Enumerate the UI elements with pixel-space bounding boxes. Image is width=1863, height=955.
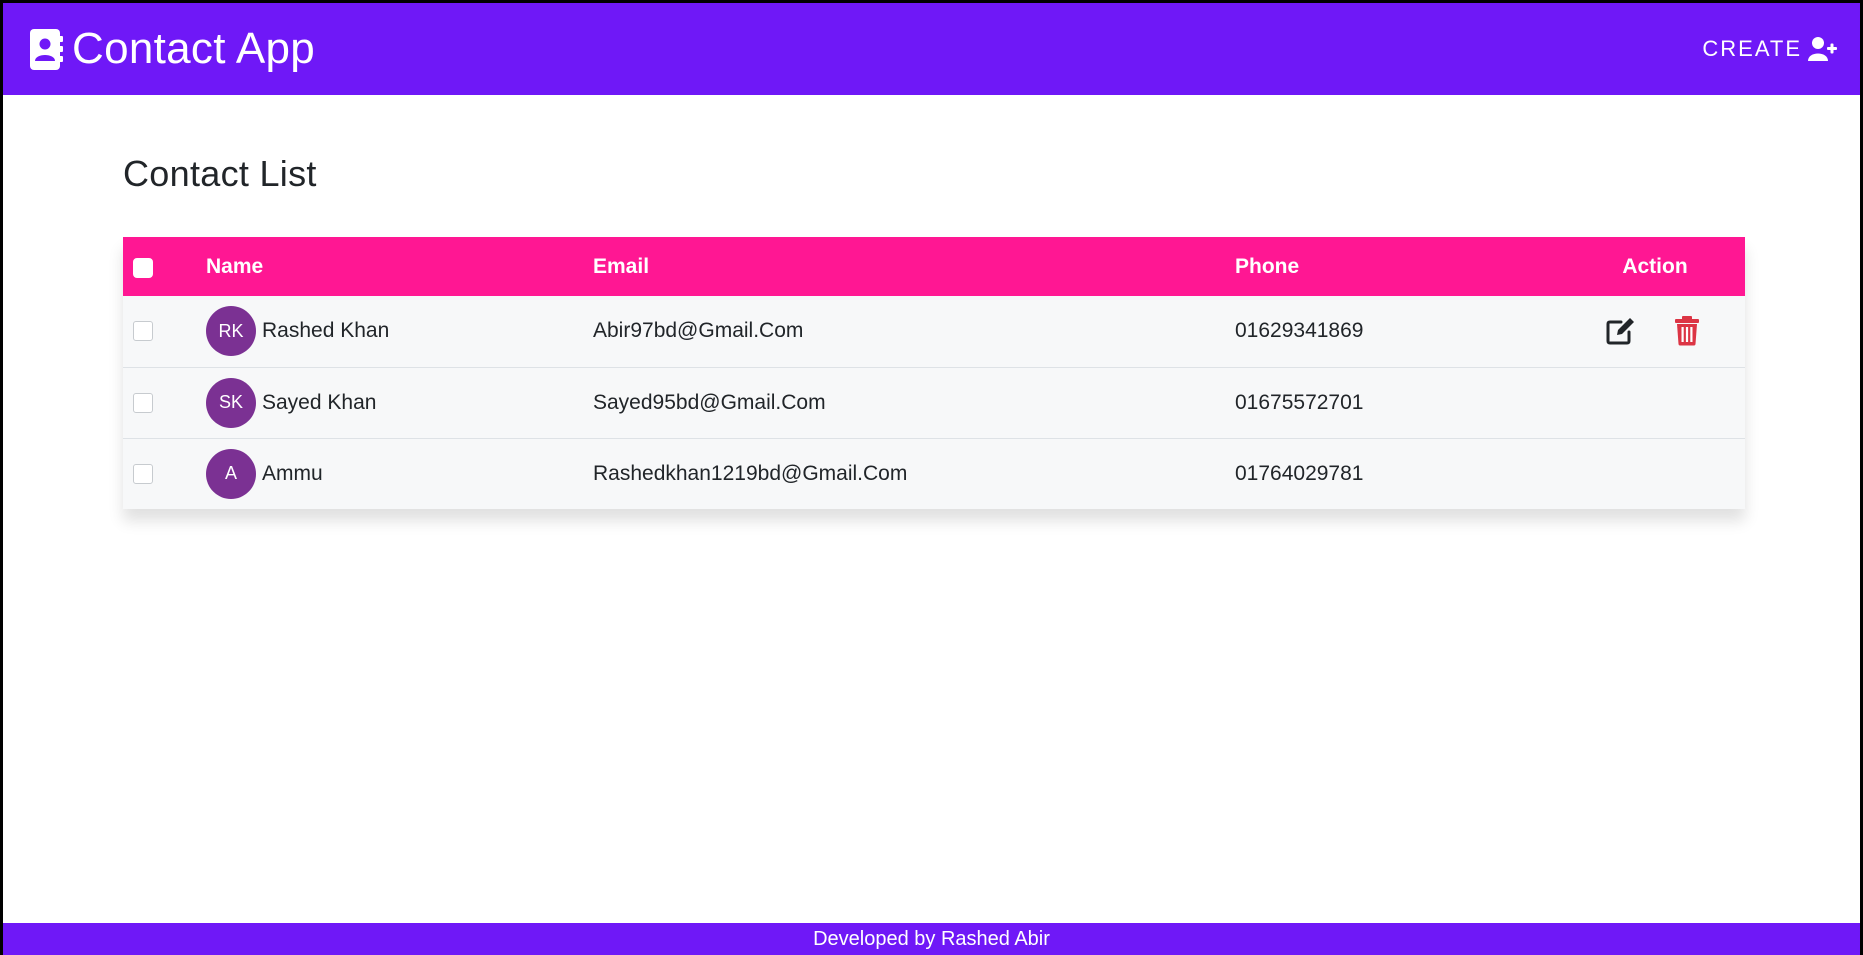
user-plus-icon xyxy=(1808,36,1838,62)
brand-title: Contact App xyxy=(72,24,316,73)
contact-email: Sayed95bd@Gmail.Com xyxy=(593,390,826,414)
column-header-phone[interactable]: Phone xyxy=(1235,237,1565,296)
contact-phone: 01764029781 xyxy=(1235,461,1364,485)
create-button[interactable]: CREATE xyxy=(1702,36,1838,62)
footer-text: Developed by Rashed Abir xyxy=(813,928,1050,950)
row-checkbox[interactable] xyxy=(133,392,153,413)
table-row: RK Rashed Khan Abir97bd@Gmail.Com 016293… xyxy=(123,296,1745,367)
navbar: Contact App CREATE xyxy=(3,3,1860,95)
name-cell: SK Sayed Khan xyxy=(206,367,593,438)
contact-name: Sayed Khan xyxy=(262,390,377,414)
contact-phone: 01629341869 xyxy=(1235,319,1364,343)
footer: Developed by Rashed Abir xyxy=(3,923,1860,955)
row-checkbox-cell xyxy=(123,438,206,509)
brand-link[interactable]: Contact App xyxy=(28,24,315,74)
contact-name: Rashed Khan xyxy=(262,319,390,343)
trash-icon[interactable] xyxy=(1673,316,1705,346)
avatar: A xyxy=(206,448,256,499)
row-checkbox[interactable] xyxy=(133,321,153,342)
name-cell: A Ammu xyxy=(206,438,593,509)
select-all-checkbox[interactable] xyxy=(133,257,153,278)
column-header-email[interactable]: Email xyxy=(593,237,1235,296)
select-all-cell xyxy=(123,237,206,296)
name-cell: RK Rashed Khan xyxy=(206,296,593,367)
action-cell xyxy=(1565,438,1745,509)
avatar: RK xyxy=(206,306,256,357)
table-header-row: Name Email Phone Action xyxy=(123,237,1745,296)
address-book-icon xyxy=(28,28,64,70)
contact-email: Abir97bd@Gmail.Com xyxy=(593,319,804,343)
edit-icon[interactable] xyxy=(1605,316,1637,346)
contact-email: Rashedkhan1219bd@Gmail.Com xyxy=(593,461,908,485)
row-checkbox-cell xyxy=(123,296,206,367)
contact-table: Name Email Phone Action RK Rashed Khan A… xyxy=(123,237,1745,509)
avatar: SK xyxy=(206,377,256,428)
page-title: Contact List xyxy=(123,153,317,194)
contact-name: Ammu xyxy=(262,461,323,485)
row-checkbox[interactable] xyxy=(133,463,153,484)
row-checkbox-cell xyxy=(123,367,206,438)
action-cell xyxy=(1565,367,1745,438)
create-label: CREATE xyxy=(1702,36,1802,61)
table-row: SK Sayed Khan Sayed95bd@Gmail.Com 016755… xyxy=(123,367,1745,438)
column-header-name[interactable]: Name xyxy=(206,237,593,296)
column-header-action: Action xyxy=(1622,254,1688,278)
contact-table-container: Name Email Phone Action RK Rashed Khan A… xyxy=(123,237,1745,509)
table-row: A Ammu Rashedkhan1219bd@Gmail.Com 017640… xyxy=(123,438,1745,509)
contact-phone: 01675572701 xyxy=(1235,390,1364,414)
action-cell xyxy=(1565,296,1745,367)
